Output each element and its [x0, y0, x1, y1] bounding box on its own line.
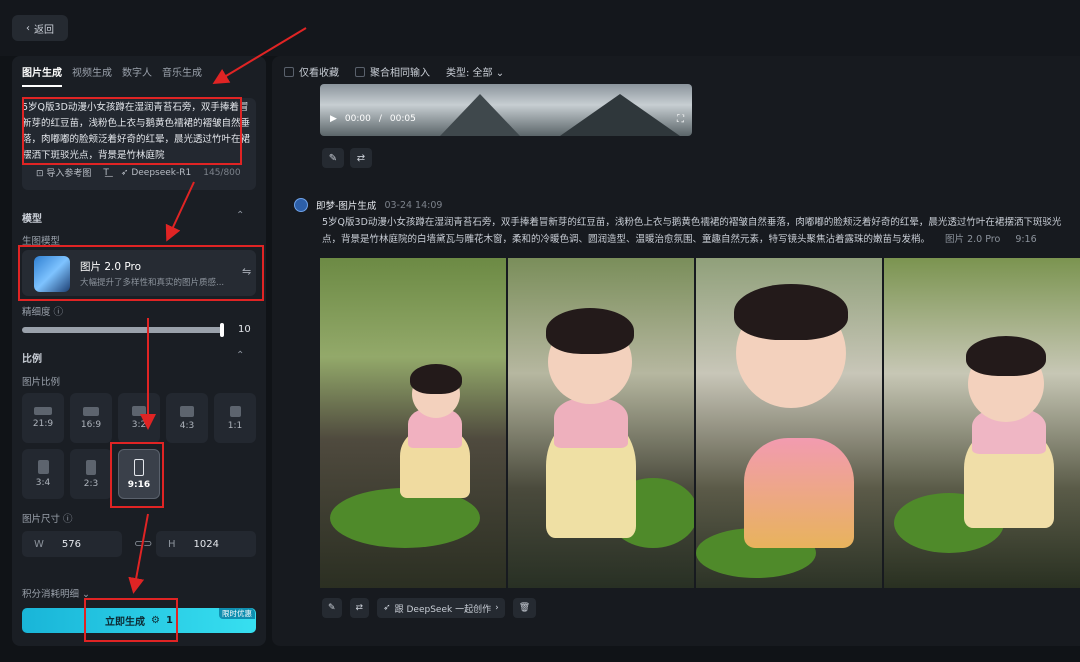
- type-filter[interactable]: 类型: 全部 ⌄: [446, 64, 504, 79]
- height-input[interactable]: H 1024: [156, 531, 256, 557]
- ratio-option[interactable]: 3:2: [118, 393, 160, 443]
- play-icon[interactable]: ▶: [330, 114, 337, 124]
- tab-digital-human[interactable]: 数字人: [122, 62, 152, 87]
- back-button[interactable]: ‹ 返回: [12, 15, 68, 41]
- text-format-icon[interactable]: T͟: [103, 168, 109, 178]
- checkbox-icon: [284, 67, 294, 77]
- generated-image[interactable]: [884, 258, 1080, 588]
- edit-button[interactable]: ✎: [322, 598, 342, 618]
- info-icon: ⓘ: [53, 307, 64, 318]
- annotation-box: [110, 442, 164, 508]
- annotation-box: [18, 245, 264, 301]
- ratio-option[interactable]: 1:1: [214, 393, 256, 443]
- precision-slider-handle[interactable]: [220, 323, 224, 337]
- chevron-right-icon: ›: [495, 603, 499, 613]
- link-icon[interactable]: ⊂⊃: [134, 537, 152, 550]
- ratio-section-title: 比例: [22, 354, 42, 365]
- tab-music[interactable]: 音乐生成: [162, 62, 202, 87]
- chevron-down-icon: ⌄: [495, 68, 505, 79]
- model-tag: 图片 2.0 Pro: [945, 234, 1001, 245]
- model-section-title: 模型: [22, 214, 42, 225]
- chevron-up-icon[interactable]: ⌃: [236, 350, 244, 361]
- video-duration: 00:05: [389, 114, 416, 124]
- record-prompt: 5岁Q版3D动漫小女孩蹲在湿润青苔石旁，双手捧着冒新芽的红豆苗，浅粉色上衣与鹅黄…: [322, 217, 1062, 245]
- ratio-option[interactable]: 3:4: [22, 449, 64, 499]
- filter-bar: 仅看收藏 聚合相同输入 类型: 全部 ⌄: [284, 64, 504, 79]
- ratio-option[interactable]: 2:3: [70, 449, 112, 499]
- annotation-box: [22, 97, 242, 165]
- precision-label: 精细度 ⓘ: [22, 307, 64, 318]
- promo-badge: 限时优惠: [219, 608, 255, 619]
- top-bar: ‹ 返回: [0, 0, 1080, 56]
- favorites-filter[interactable]: 仅看收藏: [284, 64, 339, 79]
- pencil-icon: ✎: [328, 603, 336, 613]
- chevron-left-icon: ‹: [26, 22, 30, 34]
- trash-icon: 🗑: [518, 603, 531, 613]
- main-panel: 仅看收藏 聚合相同输入 类型: 全部 ⌄ ▶ 00:00 / 00:05 ⛶ ✎…: [272, 56, 1080, 646]
- image-actions: ✎ ⇄ ➶ 跟 DeepSeek 一起创作 › 🗑: [322, 598, 537, 618]
- fullscreen-icon[interactable]: ⛶: [677, 114, 684, 125]
- generated-image[interactable]: [320, 258, 506, 588]
- precision-value: 10: [238, 324, 251, 335]
- edit-button[interactable]: ✎: [322, 148, 344, 168]
- refresh-icon: ⇄: [356, 152, 366, 164]
- generated-image[interactable]: [696, 258, 882, 588]
- image-import-icon: ⊡: [36, 169, 47, 179]
- tab-image[interactable]: 图片生成: [22, 62, 62, 87]
- ratio-option[interactable]: 4:3: [166, 393, 208, 443]
- refresh-icon: ⇄: [355, 603, 364, 613]
- record-header: 即梦-图片生成 03-24 14:09: [294, 198, 442, 212]
- back-label: 返回: [34, 24, 54, 36]
- chevron-up-icon[interactable]: ⌃: [236, 210, 244, 221]
- prompt-tools: ⊡ 导入参考图 T͟ ➶ Deepseek-R1 145/800: [36, 166, 241, 180]
- generation-tabs: 图片生成 视频生成 数字人 音乐生成: [22, 62, 202, 87]
- deepseek-button[interactable]: ➶ Deepseek-R1: [121, 168, 191, 178]
- checkbox-icon: [355, 67, 365, 77]
- deepseek-create-button[interactable]: ➶ 跟 DeepSeek 一起创作 ›: [377, 598, 505, 618]
- tab-video[interactable]: 视频生成: [72, 62, 112, 87]
- import-reference-button[interactable]: ⊡ 导入参考图: [36, 166, 91, 179]
- size-label: 图片尺寸 ⓘ: [22, 514, 73, 525]
- ratio-sub-label: 图片比例: [22, 377, 61, 388]
- precision-slider[interactable]: [22, 327, 224, 333]
- record-time: 03-24 14:09: [384, 199, 443, 211]
- video-controls: ▶ 00:00 / 00:05: [330, 114, 416, 124]
- app-logo-icon: [294, 198, 308, 212]
- generated-image[interactable]: [508, 258, 694, 588]
- pencil-icon: ✎: [328, 152, 338, 164]
- regenerate-button[interactable]: ⇄: [350, 148, 372, 168]
- deepseek-icon: ➶: [120, 167, 132, 178]
- aggregate-filter[interactable]: 聚合相同输入: [355, 64, 430, 79]
- char-count: 145/800: [203, 167, 241, 178]
- record-title: 即梦-图片生成: [316, 201, 377, 212]
- annotation-box: [84, 598, 178, 642]
- ratio-option[interactable]: 16:9: [70, 393, 112, 443]
- video-player[interactable]: ▶ 00:00 / 00:05 ⛶: [320, 84, 692, 136]
- regenerate-button[interactable]: ⇄: [349, 598, 370, 618]
- ratio-tag: 9:16: [1015, 234, 1037, 245]
- width-input[interactable]: W 576: [22, 531, 122, 557]
- delete-button[interactable]: 🗑: [512, 598, 537, 618]
- ratio-option[interactable]: 21:9: [22, 393, 64, 443]
- deepseek-icon: ➶: [383, 603, 391, 613]
- info-icon: ⓘ: [63, 514, 73, 525]
- video-time: 00:00: [344, 114, 371, 124]
- credits-detail[interactable]: 积分消耗明细 ⌄: [22, 586, 90, 600]
